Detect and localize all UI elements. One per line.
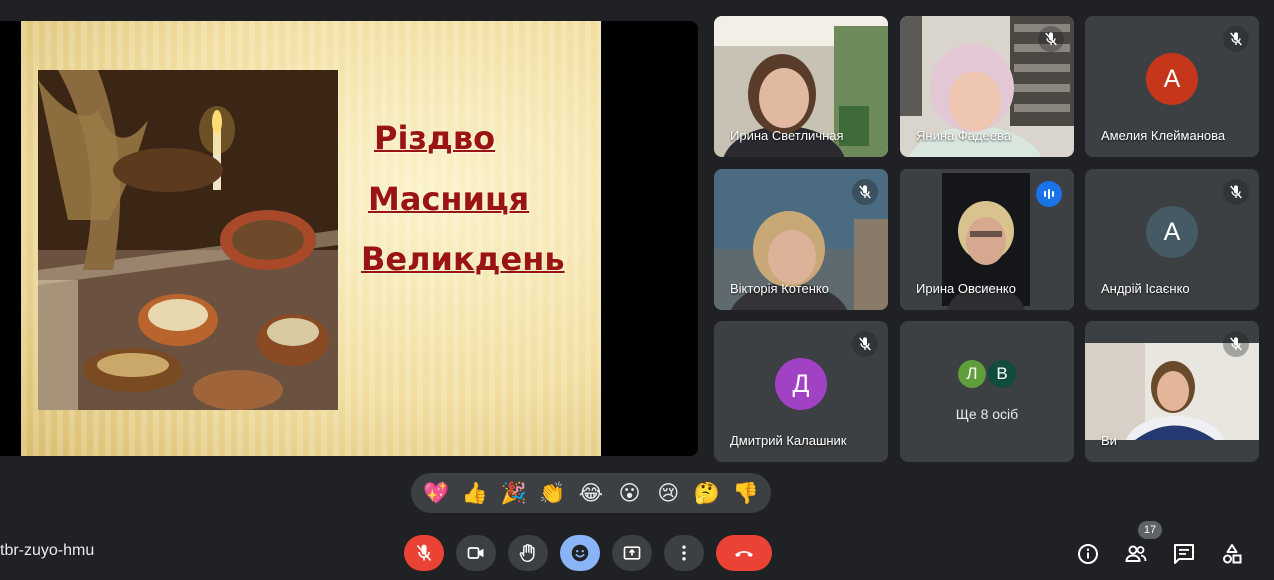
speaking-indicator-icon [1036, 181, 1062, 207]
meeting-code: tbr-zuyo-hmu [0, 542, 95, 559]
presentation-slide: Різдво Масниця Великдень [21, 21, 601, 456]
avatar: Л [956, 358, 988, 390]
present-screen-icon [623, 546, 641, 560]
end-call-icon [735, 551, 753, 557]
raise-hand-icon [519, 544, 535, 563]
reaction-thinking[interactable]: 🤔 [690, 476, 724, 510]
mic-off-icon [1223, 179, 1249, 205]
activities-icon [1223, 544, 1242, 564]
reaction-thumbs-down[interactable]: 👎 [729, 476, 763, 510]
more-participants-tile[interactable]: Л В Ще 8 осіб [900, 321, 1074, 462]
slide-word-rizdvo: Різдво [374, 119, 496, 157]
participant-name: Андрій Ісаєнко [1101, 281, 1190, 296]
mic-toggle-button[interactable] [404, 535, 444, 571]
avatar: А [1146, 53, 1198, 106]
people-icon [1125, 545, 1147, 562]
mic-off-icon [852, 331, 878, 357]
leave-call-button[interactable] [716, 535, 772, 571]
show-everyone-button[interactable] [1122, 540, 1150, 568]
present-now-button[interactable] [612, 535, 652, 571]
participant-name: Ирина Овсиенко [916, 281, 1016, 296]
participant-name: Янина Фадеева [916, 128, 1011, 143]
chat-button[interactable] [1170, 540, 1198, 568]
slide-photo [38, 70, 338, 410]
avatar: Д [775, 358, 827, 411]
participant-tile-active-speaker[interactable]: Ирина Овсиенко [900, 169, 1074, 310]
reaction-crying[interactable]: 😢 [651, 476, 685, 510]
mic-off-icon [1223, 26, 1249, 52]
reaction-party-popper[interactable]: 🎉 [497, 476, 531, 510]
meeting-details-button[interactable] [1074, 540, 1102, 568]
mic-off-icon [1038, 26, 1064, 52]
camera-toggle-button[interactable] [456, 535, 496, 571]
avatar: В [986, 358, 1018, 390]
participant-name: Амелия Клейманова [1101, 128, 1226, 143]
activities-button[interactable] [1218, 540, 1246, 568]
more-participants-avatars: Л В [956, 358, 1018, 390]
reaction-thumbs-up[interactable]: 👍 [458, 476, 492, 510]
participant-name: Дмитрий Калашник [730, 433, 847, 448]
chat-icon [1174, 544, 1194, 564]
participant-tile[interactable]: А Амелия Клейманова [1085, 16, 1259, 157]
slide-word-masnytsia: Масниця [368, 180, 530, 218]
info-icon [1078, 544, 1098, 564]
participant-tile[interactable]: Ирина Светличная [714, 16, 888, 157]
participant-name: Вікторія Котенко [730, 281, 829, 296]
reaction-clapping[interactable]: 👏 [535, 476, 569, 510]
participant-tile[interactable]: Д Дмитрий Калашник [714, 321, 888, 462]
mic-off-icon [416, 544, 432, 562]
raise-hand-button[interactable] [508, 535, 548, 571]
more-options-button[interactable] [664, 535, 704, 571]
avatar: А [1146, 206, 1198, 259]
participant-tile[interactable]: Янина Фадеева [900, 16, 1074, 157]
participant-tile[interactable]: А Андрій Ісаєнко [1085, 169, 1259, 310]
self-view-tile[interactable]: Ви [1085, 321, 1259, 462]
reactions-button[interactable] [560, 535, 600, 571]
reaction-bar: 💖 👍 🎉 👏 😂 😮 😢 🤔 👎 [411, 473, 771, 513]
reaction-sparkling-heart[interactable]: 💖 [419, 476, 453, 510]
reaction-laughing[interactable]: 😂 [574, 476, 608, 510]
more-options-icon [682, 545, 686, 561]
reaction-surprised[interactable]: 😮 [613, 476, 647, 510]
participant-name: Ви [1101, 433, 1117, 448]
mic-off-icon [852, 179, 878, 205]
presentation-stage: Різдво Масниця Великдень [0, 21, 698, 456]
slide-word-velykden: Великдень [361, 240, 565, 278]
participant-count-badge: 17 [1138, 521, 1162, 539]
participant-name: Ирина Светличная [730, 128, 844, 143]
participant-tile[interactable]: Вікторія Котенко [714, 169, 888, 310]
camera-icon [467, 547, 484, 559]
emoji-icon [571, 544, 589, 562]
mic-off-icon [1223, 331, 1249, 357]
more-participants-label: Ще 8 осіб [955, 406, 1019, 422]
